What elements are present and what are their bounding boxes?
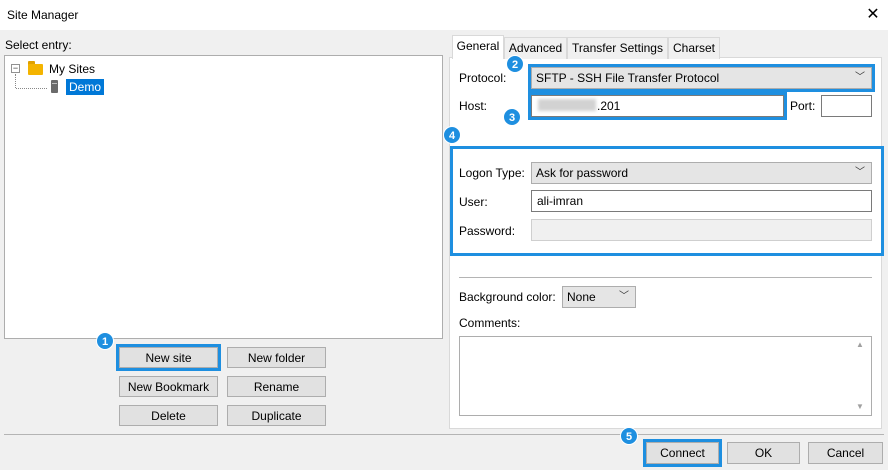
tab-transfer-settings[interactable]: Transfer Settings [567, 37, 668, 59]
title-bar [0, 0, 888, 30]
rename-button[interactable]: Rename [227, 376, 326, 397]
tree-item-demo[interactable]: Demo [66, 79, 105, 95]
close-icon[interactable]: ✕ [860, 2, 886, 28]
cancel-button[interactable]: Cancel [808, 442, 883, 464]
protocol-label: Protocol: [459, 71, 507, 85]
host-value: .201 [597, 99, 621, 113]
tab-general[interactable]: General [452, 35, 504, 59]
chevron-down-icon: ﹀ [855, 72, 865, 83]
footer-separator [4, 434, 884, 435]
port-label: Port: [790, 99, 816, 113]
select-entry-label: Select entry: [5, 38, 72, 52]
comments-textarea[interactable] [459, 336, 872, 416]
protocol-value: SFTP - SSH File Transfer Protocol [536, 71, 720, 85]
password-label: Password: [459, 224, 516, 238]
redacted-host-part [538, 99, 596, 111]
step-badge-5: 5 [620, 427, 638, 445]
step-badge-1: 1 [96, 332, 114, 350]
separator [459, 277, 872, 278]
user-input[interactable]: ali-imran [531, 190, 872, 212]
ok-button[interactable]: OK [727, 442, 800, 464]
scroll-up-icon[interactable]: ▲ [856, 340, 864, 349]
connect-button[interactable]: Connect [643, 439, 722, 467]
collapse-icon[interactable]: − [11, 64, 20, 73]
protocol-select[interactable]: SFTP - SSH File Transfer Protocol ﹀ [528, 64, 875, 92]
host-label: Host: [459, 99, 488, 113]
logon-type-select[interactable]: Ask for password ﹀ [531, 162, 872, 184]
new-site-button[interactable]: New site [116, 344, 221, 371]
tree-connector-horizontal [16, 88, 47, 89]
duplicate-button[interactable]: Duplicate [227, 405, 326, 426]
new-folder-button[interactable]: New folder [227, 347, 326, 368]
tree-connector-vertical [15, 74, 16, 88]
user-label: User: [459, 195, 488, 209]
comments-label: Comments: [459, 316, 521, 330]
port-input[interactable] [821, 95, 872, 117]
scroll-down-icon[interactable]: ▼ [856, 402, 864, 411]
window-title: Site Manager [7, 8, 79, 22]
site-tree[interactable] [4, 55, 443, 339]
new-bookmark-button[interactable]: New Bookmark [119, 376, 218, 397]
chevron-down-icon: ﹀ [855, 167, 865, 178]
folder-icon [28, 64, 43, 75]
tab-charset[interactable]: Charset [668, 37, 720, 59]
background-color-value: None [567, 290, 596, 304]
chevron-down-icon: ﹀ [619, 291, 629, 302]
logon-type-label: Logon Type: [459, 166, 525, 180]
logon-type-value: Ask for password [536, 166, 629, 180]
background-color-label: Background color: [459, 290, 556, 304]
step-badge-2: 2 [506, 55, 524, 73]
password-input[interactable] [531, 219, 872, 241]
step-badge-3: 3 [503, 108, 521, 126]
delete-button[interactable]: Delete [119, 405, 218, 426]
step-badge-4: 4 [443, 126, 461, 144]
server-icon [51, 80, 58, 93]
background-color-select[interactable]: None ﹀ [562, 286, 636, 308]
tree-item-my-sites[interactable]: My Sites [49, 62, 95, 76]
